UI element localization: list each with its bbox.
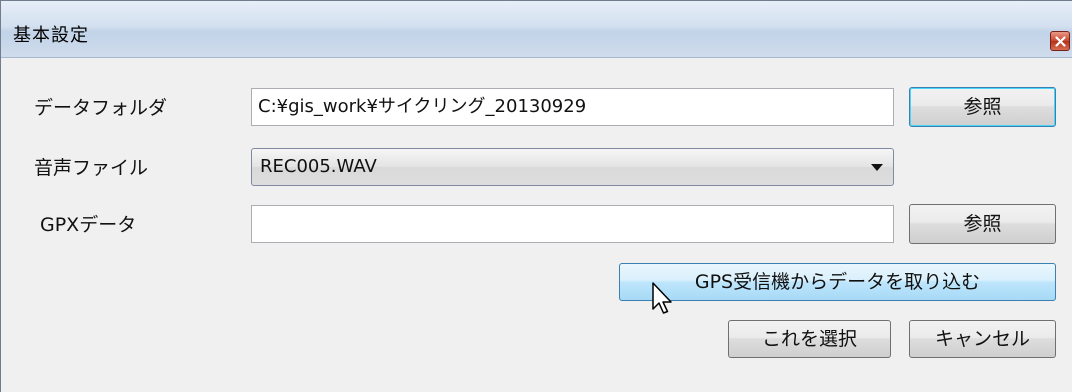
title-bar[interactable]: 基本設定 [1, 1, 1072, 58]
select-button[interactable]: これを選択 [728, 320, 891, 358]
data-folder-field[interactable]: C:¥gis_work¥サイクリング_20130929 [251, 88, 894, 126]
data-folder-browse-button[interactable]: 参照 [909, 87, 1056, 127]
data-folder-label: データフォルダ [34, 97, 168, 119]
mouse-pointer-icon [652, 282, 672, 314]
close-button[interactable] [1050, 31, 1070, 51]
settings-dialog: 基本設定 データフォルダ C:¥gis_work¥サイクリング_20130929… [0, 0, 1072, 392]
audio-file-selected-value: REC005.WAV [260, 156, 377, 177]
gpx-data-field[interactable] [251, 205, 894, 243]
audio-file-select[interactable]: REC005.WAV [251, 148, 894, 186]
gpx-data-browse-button[interactable]: 参照 [909, 204, 1056, 244]
chevron-down-icon[interactable] [871, 164, 883, 171]
import-from-gps-button[interactable]: GPS受信機からデータを取り込む [619, 263, 1056, 301]
close-icon [1055, 36, 1066, 47]
cancel-button[interactable]: キャンセル [909, 320, 1056, 358]
window-title: 基本設定 [13, 25, 89, 46]
audio-file-label: 音声ファイル [34, 157, 149, 179]
gpx-data-label: GPXデータ [40, 214, 137, 236]
